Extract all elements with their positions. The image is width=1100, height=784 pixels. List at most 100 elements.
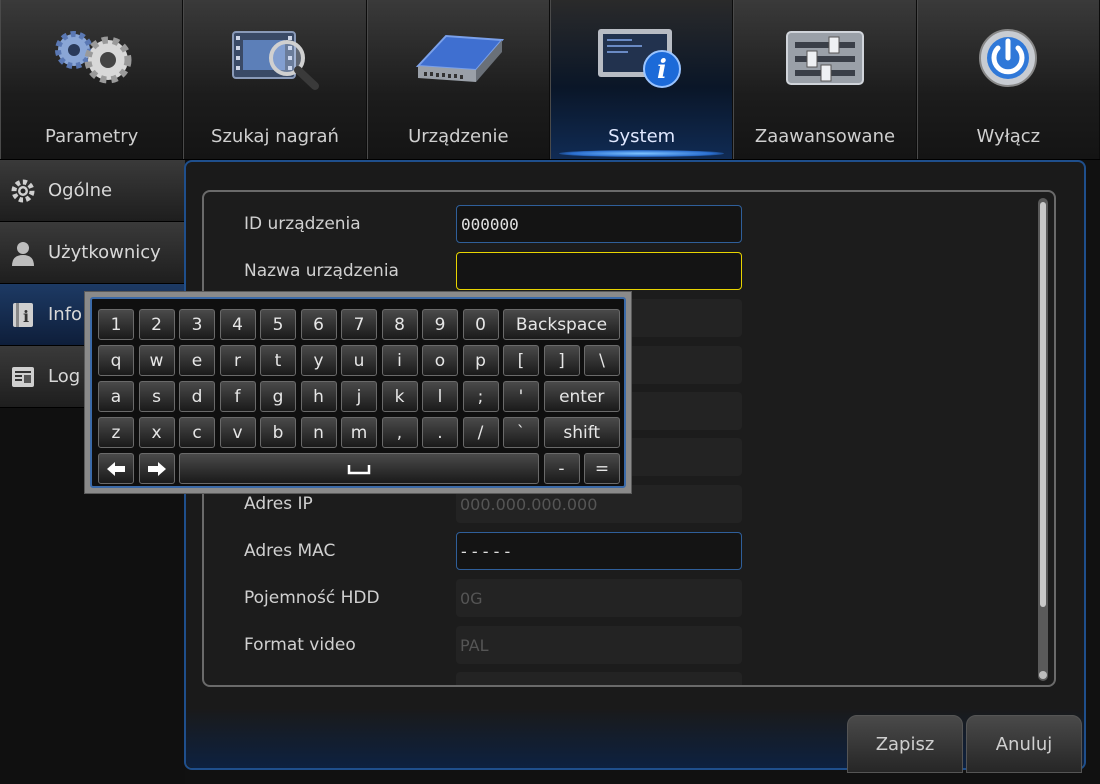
- key-char[interactable]: [: [503, 345, 539, 376]
- hdd-label: Pojemność HDD: [244, 588, 380, 608]
- space-key[interactable]: [179, 453, 539, 484]
- key-char[interactable]: f: [219, 381, 256, 412]
- key-char[interactable]: w: [138, 345, 175, 376]
- key-char[interactable]: .: [422, 417, 458, 448]
- svg-text:i: i: [657, 55, 667, 85]
- tab-urzadzenie[interactable]: Urządzenie: [366, 0, 550, 159]
- key-char[interactable]: m: [341, 417, 377, 448]
- device-name-field[interactable]: [456, 252, 742, 290]
- key-char[interactable]: ;: [462, 381, 499, 412]
- device-id-field[interactable]: 000000: [456, 205, 742, 243]
- key-2[interactable]: 2: [138, 309, 175, 340]
- key-char[interactable]: j: [341, 381, 377, 412]
- key-char[interactable]: a: [98, 381, 134, 412]
- key-char[interactable]: y: [300, 345, 337, 376]
- key-char[interactable]: i: [381, 345, 418, 376]
- key-char[interactable]: h: [300, 381, 337, 412]
- row-mac: Adres MAC - - - - -: [244, 532, 744, 570]
- key-char[interactable]: g: [260, 381, 296, 412]
- save-button[interactable]: Zapisz: [847, 715, 963, 773]
- key-char[interactable]: \: [584, 345, 620, 376]
- sliders-icon: [775, 22, 875, 94]
- tab-parametry[interactable]: Parametry: [0, 0, 184, 159]
- arrow-right-icon: [147, 461, 166, 476]
- sidebar-item-uzytkownicy[interactable]: Użytkownicy: [0, 222, 185, 284]
- key-char[interactable]: q: [98, 345, 134, 376]
- key-char[interactable]: ': [503, 381, 539, 412]
- key-1[interactable]: 1: [98, 309, 134, 340]
- key-char[interactable]: n: [300, 417, 337, 448]
- key-char[interactable]: l: [422, 381, 458, 412]
- tab-wylacz[interactable]: Wyłącz: [916, 0, 1100, 159]
- scrollbar[interactable]: [1038, 198, 1048, 681]
- sidebar-item-label: Ogólne: [48, 180, 113, 201]
- key-char[interactable]: u: [341, 345, 377, 376]
- key-9[interactable]: 9: [422, 309, 458, 340]
- gear-icon: [10, 177, 36, 205]
- key-4[interactable]: 4: [219, 309, 256, 340]
- tab-label: Szukaj nagrań: [211, 126, 339, 147]
- key-char[interactable]: v: [219, 417, 256, 448]
- video-format-label: Format video: [244, 635, 356, 655]
- info-book-icon: i: [10, 301, 36, 329]
- tab-szukaj-nagran[interactable]: Szukaj nagrań: [183, 0, 367, 159]
- power-icon: [958, 22, 1058, 94]
- row-cut-off: [244, 672, 744, 685]
- keyboard-keys: 1 2 3 4 5 6 7 8 9 0 Backspace q w e r t y u i o p[] \ a s d f g h j k…: [90, 297, 626, 488]
- device-name-label: Nazwa urządzenia: [244, 261, 399, 281]
- key-char[interactable]: k: [381, 381, 418, 412]
- key-char[interactable]: ,: [381, 417, 418, 448]
- mac-field[interactable]: - - - - -: [456, 532, 742, 570]
- tab-label: Parametry: [45, 126, 139, 147]
- enter-key[interactable]: enter: [543, 381, 620, 412]
- cancel-button[interactable]: Anuluj: [966, 715, 1082, 773]
- hard-drive-icon: [408, 22, 508, 94]
- key-char[interactable]: d: [179, 381, 215, 412]
- key-0[interactable]: 0: [462, 309, 499, 340]
- top-navigation: Parametry Szukaj nagrań Urządzenie i Sys…: [0, 0, 1100, 160]
- monitor-info-icon: i: [592, 22, 692, 94]
- shift-key[interactable]: shift: [543, 417, 620, 448]
- key-3[interactable]: 3: [179, 309, 215, 340]
- key-char[interactable]: p: [462, 345, 499, 376]
- arrow-right-key[interactable]: [138, 453, 175, 484]
- gears-icon: [42, 22, 142, 94]
- backspace-key[interactable]: Backspace: [503, 309, 620, 340]
- scrollbar-thumb[interactable]: [1040, 202, 1046, 607]
- tab-label: Zaawansowane: [754, 126, 896, 147]
- key-8[interactable]: 8: [381, 309, 418, 340]
- key-char[interactable]: t: [260, 345, 296, 376]
- readonly-field: [456, 672, 742, 685]
- key-char[interactable]: x: [138, 417, 175, 448]
- key-char[interactable]: c: [179, 417, 215, 448]
- space-icon: [347, 464, 371, 474]
- key-char[interactable]: o: [422, 345, 458, 376]
- key-char[interactable]: `: [503, 417, 539, 448]
- key-6[interactable]: 6: [300, 309, 337, 340]
- tab-label: System: [608, 126, 676, 147]
- key-char[interactable]: ]: [543, 345, 580, 376]
- arrow-left-key[interactable]: [98, 453, 134, 484]
- sidebar-item-ogolne[interactable]: Ogólne: [0, 160, 185, 222]
- tab-zaawansowane[interactable]: Zaawansowane: [733, 0, 917, 159]
- minus-key[interactable]: -: [543, 453, 580, 484]
- arrow-left-icon: [107, 461, 125, 476]
- video-format-value: PAL: [456, 626, 742, 664]
- key-5[interactable]: 5: [260, 309, 296, 340]
- key-char[interactable]: b: [260, 417, 296, 448]
- key-char[interactable]: z: [98, 417, 134, 448]
- tab-label: Urządzenie: [408, 126, 509, 147]
- svg-text:i: i: [23, 307, 29, 326]
- key-char[interactable]: r: [219, 345, 256, 376]
- mac-label: Adres MAC: [244, 541, 336, 561]
- equals-key[interactable]: =: [584, 453, 620, 484]
- row-video: Format video PAL: [244, 626, 744, 664]
- device-id-label: ID urządzenia: [244, 214, 361, 234]
- key-7[interactable]: 7: [341, 309, 377, 340]
- key-char[interactable]: /: [462, 417, 499, 448]
- key-char[interactable]: s: [138, 381, 175, 412]
- user-icon: [10, 239, 36, 267]
- key-char[interactable]: e: [179, 345, 215, 376]
- tab-system[interactable]: i System: [549, 0, 734, 159]
- hdd-value: 0G: [456, 579, 742, 617]
